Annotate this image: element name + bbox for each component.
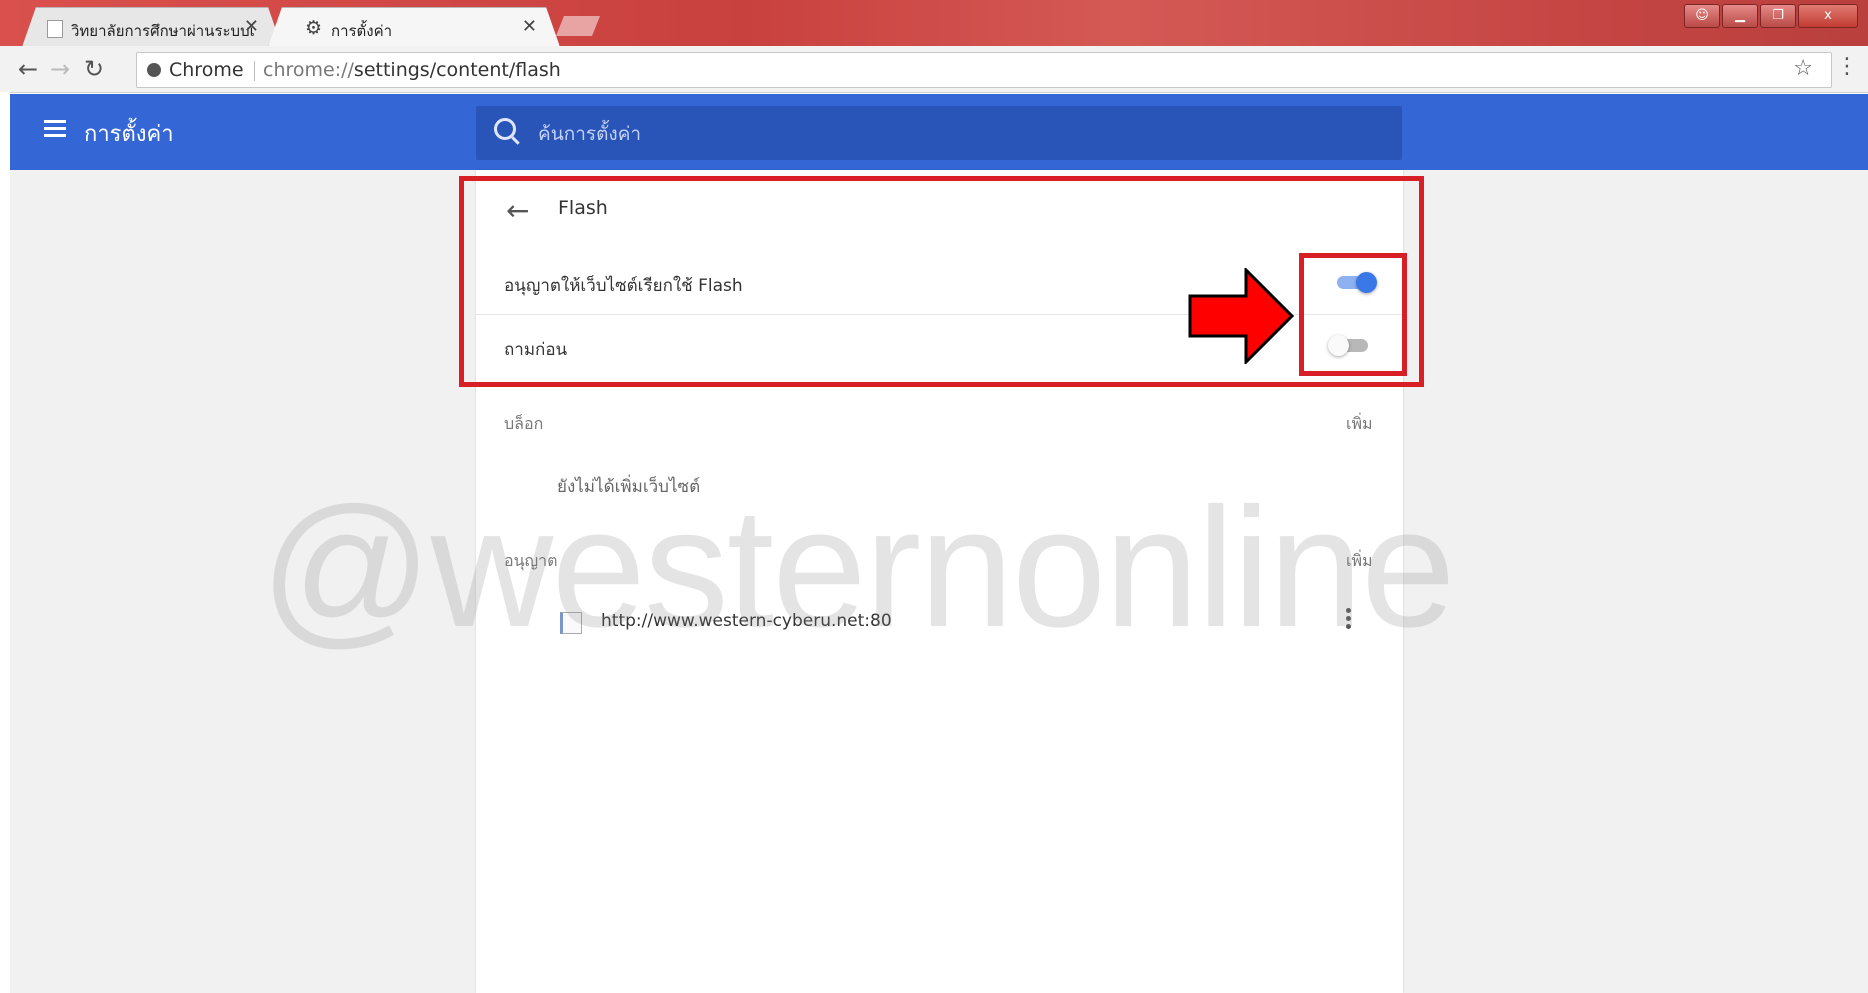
tab-close-icon[interactable]: ✕ — [522, 16, 537, 37]
block-add-button[interactable]: เพิ่ม — [1346, 412, 1373, 437]
user-icon[interactable]: ☺ — [1684, 4, 1720, 28]
site-page-icon — [560, 612, 582, 634]
page-title: การตั้งค่า — [84, 122, 174, 147]
gear-icon: ⚙ — [305, 17, 323, 39]
annotation-arrow-icon — [1188, 268, 1294, 364]
window-edge — [0, 92, 10, 993]
divider — [254, 61, 255, 81]
settings-header: การตั้งค่า — [10, 94, 1868, 170]
search-box — [476, 106, 1402, 160]
new-tab-button[interactable] — [556, 16, 600, 36]
menu-icon[interactable]: ⋮ — [1836, 54, 1858, 79]
tab-title: วิทยาลัยการศึกษาผ่านระบบเ — [71, 22, 255, 40]
reload-icon[interactable]: ↻ — [84, 55, 104, 83]
tab-college[interactable]: วิทยาลัยการศึกษาผ่านระบบเ ✕ — [22, 7, 282, 47]
browser-toolbar: ← → ↻ Chrome chrome://settings/content/f… — [0, 46, 1868, 93]
block-empty-text: ยังไม่ได้เพิ่มเว็บไซต์ — [557, 477, 701, 497]
url-text: chrome://settings/content/flash — [263, 59, 561, 81]
restore-button[interactable]: ❐ — [1760, 4, 1796, 28]
star-icon[interactable]: ☆ — [1793, 56, 1813, 81]
chrome-chip: Chrome — [147, 59, 244, 81]
hamburger-icon[interactable] — [44, 120, 66, 138]
block-section-label: บล็อก — [504, 414, 544, 433]
kebab-icon[interactable] — [1346, 608, 1352, 632]
tab-close-icon[interactable]: ✕ — [244, 16, 259, 37]
forward-arrow-icon[interactable]: → — [50, 55, 70, 83]
minimize-button[interactable]: ▁ — [1722, 4, 1758, 28]
address-bar[interactable]: Chrome chrome://settings/content/flash ☆ — [136, 52, 1832, 88]
close-window-button[interactable]: x — [1798, 4, 1858, 28]
allow-add-button[interactable]: เพิ่ม — [1346, 549, 1373, 574]
tab-settings[interactable]: ⚙ การตั้งค่า ✕ — [268, 7, 560, 47]
search-icon — [494, 118, 516, 140]
allow-section-label: อนุญาต — [504, 551, 558, 570]
annotation-box-toggles — [1299, 253, 1407, 376]
page-icon — [47, 20, 63, 38]
title-bar: วิทยาลัยการศึกษาผ่านระบบเ ✕ ⚙ การตั้งค่า… — [0, 0, 1868, 46]
window-controls: ☺ ▁ ❐ x — [1682, 4, 1858, 28]
allowed-site-url: http://www.western-cyberu.net:80 — [601, 611, 892, 631]
chrome-icon — [147, 63, 161, 77]
search-input[interactable] — [536, 118, 1340, 150]
tab-title: การตั้งค่า — [331, 22, 393, 40]
back-arrow-icon[interactable]: ← — [18, 55, 38, 83]
